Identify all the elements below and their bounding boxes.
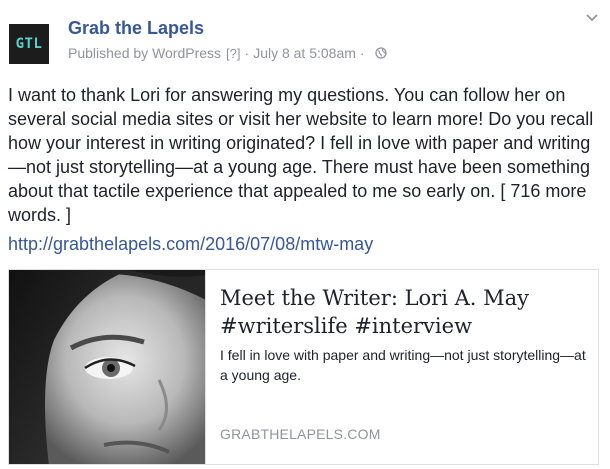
- link-preview-card[interactable]: Meet the Writer: Lori A. May #writerslif…: [8, 269, 599, 465]
- post-timestamp[interactable]: July 8 at 5:08am: [253, 45, 356, 61]
- portrait-photo: [9, 270, 205, 464]
- post-link[interactable]: http://grabthelapels.com/2016/07/08/mtw-…: [8, 234, 373, 255]
- chevron-down-icon[interactable]: [586, 14, 598, 22]
- page-avatar[interactable]: GTL: [9, 24, 49, 64]
- post-message: I want to thank Lori for answering my qu…: [8, 85, 594, 225]
- meta-separator: ·: [244, 45, 250, 61]
- help-link[interactable]: [?]: [226, 46, 240, 61]
- facebook-post: GTL Grab the Lapels Published by WordPre…: [0, 0, 610, 469]
- card-description: I fell in love with paper and writing—no…: [220, 347, 586, 383]
- meta-separator: ·: [359, 45, 365, 61]
- card-title[interactable]: Meet the Writer: Lori A. May #writerslif…: [220, 284, 590, 340]
- card-thumbnail-image: [9, 270, 206, 464]
- globe-icon[interactable]: [374, 47, 387, 59]
- avatar-logo-text: GTL: [15, 36, 43, 52]
- card-domain: GRABTHELAPELS.COM: [220, 426, 381, 442]
- page-name-link[interactable]: Grab the Lapels: [68, 18, 204, 39]
- post-meta: Published by WordPress [?] · July 8 at 5…: [68, 45, 387, 61]
- published-by-label: Published by WordPress: [68, 45, 222, 61]
